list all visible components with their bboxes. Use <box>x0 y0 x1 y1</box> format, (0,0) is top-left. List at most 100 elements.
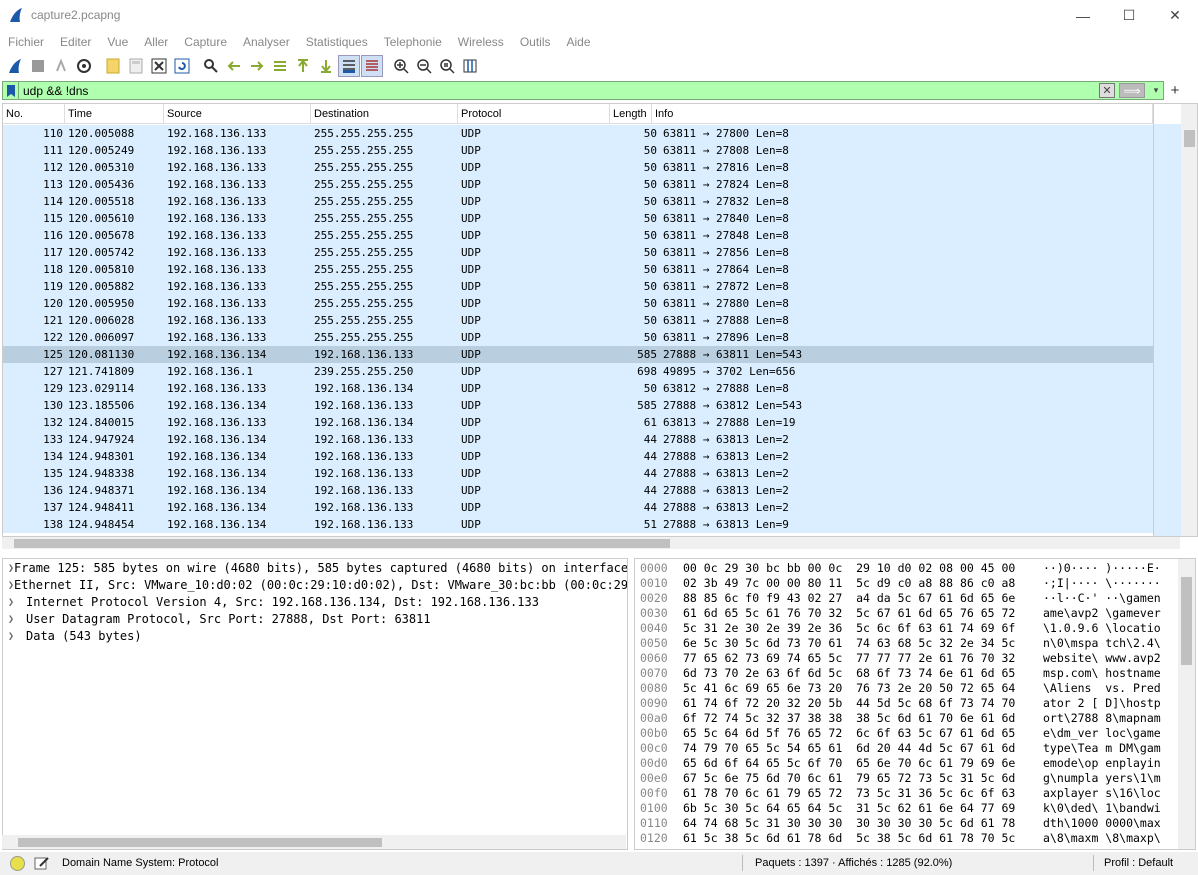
bytes-row[interactable]: 0070 6d 73 70 2e 63 6f 6d 5c 68 6f 73 74 … <box>635 666 1195 681</box>
expand-arrow-icon[interactable]: ❯ <box>8 611 26 628</box>
stop-capture-icon[interactable] <box>27 55 49 77</box>
packet-row[interactable]: 111 120.005249 192.168.136.133 255.255.255.… <box>3 142 1153 159</box>
bytes-row[interactable]: 00f0 61 78 70 6c 61 79 65 72 73 5c 31 36 … <box>635 786 1195 801</box>
start-capture-icon[interactable] <box>4 55 26 77</box>
resize-columns-icon[interactable] <box>459 55 481 77</box>
detail-tree-item[interactable]: ❯ User Datagram Protocol, Src Port: 27888… <box>3 611 627 628</box>
packet-list-vscroll[interactable] <box>1181 104 1197 536</box>
bytes-row[interactable]: 00a0 6f 72 74 5c 32 37 38 38 38 5c 6d 61 … <box>635 711 1195 726</box>
expand-arrow-icon[interactable]: ❯ <box>8 628 26 645</box>
menu-aide[interactable]: Aide <box>559 31 599 53</box>
bytes-row[interactable]: 0090 61 74 6f 72 20 32 20 5b 44 5d 5c 68 … <box>635 696 1195 711</box>
save-file-icon[interactable] <box>125 55 147 77</box>
packet-row[interactable]: 136 124.948371 192.168.136.134 192.168.136.… <box>3 482 1153 499</box>
packet-row[interactable]: 117 120.005742 192.168.136.133 255.255.255.… <box>3 244 1153 261</box>
vscroll-thumb[interactable] <box>1184 130 1195 147</box>
normal-size-icon[interactable] <box>436 55 458 77</box>
colorize-icon[interactable] <box>361 55 383 77</box>
go-forward-icon[interactable] <box>246 55 268 77</box>
packet-row[interactable]: 121 120.006028 192.168.136.133 255.255.255.… <box>3 312 1153 329</box>
capture-options-icon[interactable] <box>73 55 95 77</box>
filter-history-dropdown[interactable]: ▾ <box>1149 83 1163 98</box>
packet-row[interactable]: 113 120.005436 192.168.136.133 255.255.255.… <box>3 176 1153 193</box>
detail-tree-item[interactable]: ❯ Data (543 bytes) <box>3 628 627 645</box>
menu-telephonie[interactable]: Telephonie <box>376 31 450 53</box>
close-file-icon[interactable] <box>148 55 170 77</box>
filter-bookmark-icon[interactable] <box>3 82 19 99</box>
go-back-icon[interactable] <box>223 55 245 77</box>
menu-outils[interactable]: Outils <box>512 31 559 53</box>
bytes-row[interactable]: 0120 61 5c 38 5c 6d 61 78 6d 5c 38 5c 6d … <box>635 831 1195 846</box>
open-file-icon[interactable] <box>102 55 124 77</box>
menu-fichier[interactable]: Fichier <box>0 31 52 53</box>
detail-tree-item[interactable]: ❯ Internet Protocol Version 4, Src: 192.1… <box>3 594 627 611</box>
packet-row[interactable]: 129 123.029114 192.168.136.133 192.168.136.… <box>3 380 1153 397</box>
menu-wireless[interactable]: Wireless <box>450 31 512 53</box>
bytes-row[interactable]: 0030 61 6d 65 5c 61 76 70 32 5c 67 61 6d … <box>635 606 1195 621</box>
packet-row[interactable]: 114 120.005518 192.168.136.133 255.255.255.… <box>3 193 1153 210</box>
packet-list-hscroll[interactable] <box>2 537 1180 549</box>
menu-editer[interactable]: Editer <box>52 31 99 53</box>
packet-row[interactable]: 110 120.005088 192.168.136.133 255.255.255.… <box>3 125 1153 142</box>
packet-row[interactable]: 138 124.948454 192.168.136.134 192.168.136.… <box>3 516 1153 533</box>
zoom-out-icon[interactable] <box>413 55 435 77</box>
bytes-row[interactable]: 0060 77 65 62 73 69 74 65 5c 77 77 77 2e … <box>635 651 1195 666</box>
packet-row[interactable]: 116 120.005678 192.168.136.133 255.255.255.… <box>3 227 1153 244</box>
packet-row[interactable]: 127 121.741809 192.168.136.1 239.255.255.25… <box>3 363 1153 380</box>
detail-tree-item[interactable]: ❯ Ethernet II, Src: VMware_10:d0:02 (00:0… <box>3 577 627 594</box>
packet-row[interactable]: 115 120.005610 192.168.136.133 255.255.255.… <box>3 210 1153 227</box>
packet-row[interactable]: 118 120.005810 192.168.136.133 255.255.255.… <box>3 261 1153 278</box>
bytes-row[interactable]: 0010 02 3b 49 7c 00 00 80 11 5c d9 c0 a8 … <box>635 576 1195 591</box>
autoscroll-icon[interactable] <box>338 55 360 77</box>
bytes-row[interactable]: 0110 64 74 68 5c 31 30 30 30 30 30 30 30 … <box>635 816 1195 831</box>
menu-aller[interactable]: Aller <box>136 31 176 53</box>
column-protocol[interactable]: Protocol <box>458 104 610 124</box>
bytes-row[interactable]: 0000 00 0c 29 30 bc bb 00 0c 29 10 d0 02 … <box>635 561 1195 576</box>
column-source[interactable]: Source <box>164 104 311 124</box>
bytes-row[interactable]: 0100 6b 5c 30 5c 64 65 64 5c 31 5c 62 61 … <box>635 801 1195 816</box>
packet-minimap[interactable] <box>1153 104 1181 536</box>
bytes-vscroll-thumb[interactable] <box>1181 577 1192 665</box>
column-info[interactable]: Info <box>652 104 1153 124</box>
first-packet-icon[interactable] <box>292 55 314 77</box>
expert-info-led-icon[interactable] <box>10 856 25 871</box>
column-destination[interactable]: Destination <box>311 104 458 124</box>
menu-capture[interactable]: Capture <box>176 31 235 53</box>
packet-row[interactable]: 112 120.005310 192.168.136.133 255.255.255.… <box>3 159 1153 176</box>
bytes-row[interactable]: 0040 5c 31 2e 30 2e 39 2e 36 5c 6c 6f 63 … <box>635 621 1195 636</box>
packet-row[interactable]: 130 123.185506 192.168.136.134 192.168.136.… <box>3 397 1153 414</box>
bytes-row[interactable]: 00b0 65 5c 64 6d 5f 76 65 72 6c 6f 63 5c … <box>635 726 1195 741</box>
bytes-row[interactable]: 00d0 65 6d 6f 64 65 5c 6f 70 65 6e 70 6c … <box>635 756 1195 771</box>
filter-apply-button[interactable]: ⟹ <box>1119 83 1145 98</box>
bytes-row[interactable]: 0050 6e 5c 30 5c 6d 73 70 61 74 63 68 5c … <box>635 636 1195 651</box>
find-packet-icon[interactable] <box>200 55 222 77</box>
details-hscroll[interactable] <box>2 835 626 849</box>
status-profile[interactable]: Profil : Default <box>1104 857 1173 869</box>
column-time[interactable]: Time <box>65 104 164 124</box>
zoom-in-icon[interactable] <box>390 55 412 77</box>
packet-row[interactable]: 137 124.948411 192.168.136.134 192.168.136.… <box>3 499 1153 516</box>
close-button[interactable]: ✕ <box>1152 0 1198 31</box>
details-hscroll-thumb[interactable] <box>18 838 382 847</box>
detail-tree-item[interactable]: ❯ Frame 125: 585 bytes on wire (4680 bits… <box>3 560 627 577</box>
packet-row[interactable]: 119 120.005882 192.168.136.133 255.255.255.… <box>3 278 1153 295</box>
last-packet-icon[interactable] <box>315 55 337 77</box>
packet-row[interactable]: 120 120.005950 192.168.136.133 255.255.255.… <box>3 295 1153 312</box>
display-filter-input[interactable] <box>19 82 1099 99</box>
bytes-row[interactable]: 00e0 67 5c 6e 75 6d 70 6c 61 79 65 72 73 … <box>635 771 1195 786</box>
hscroll-thumb[interactable] <box>14 539 670 548</box>
packet-row[interactable]: 135 124.948338 192.168.136.134 192.168.136.… <box>3 465 1153 482</box>
minimize-button[interactable]: — <box>1060 0 1106 31</box>
menu-statistiques[interactable]: Statistiques <box>298 31 376 53</box>
menu-vue[interactable]: Vue <box>99 31 136 53</box>
restart-capture-icon[interactable] <box>50 55 72 77</box>
packet-row[interactable]: 134 124.948301 192.168.136.134 192.168.136.… <box>3 448 1153 465</box>
add-filter-button[interactable]: + <box>1167 81 1183 100</box>
menu-analyser[interactable]: Analyser <box>235 31 298 53</box>
bytes-row[interactable]: 0020 88 85 6c f0 f9 43 02 27 a4 da 5c 67 … <box>635 591 1195 606</box>
expand-arrow-icon[interactable]: ❯ <box>8 594 26 611</box>
maximize-button[interactable]: ☐ <box>1106 0 1152 31</box>
packet-row[interactable]: 132 124.840015 192.168.136.133 192.168.136.… <box>3 414 1153 431</box>
reload-file-icon[interactable] <box>171 55 193 77</box>
packet-row[interactable]: 133 124.947924 192.168.136.134 192.168.136.… <box>3 431 1153 448</box>
